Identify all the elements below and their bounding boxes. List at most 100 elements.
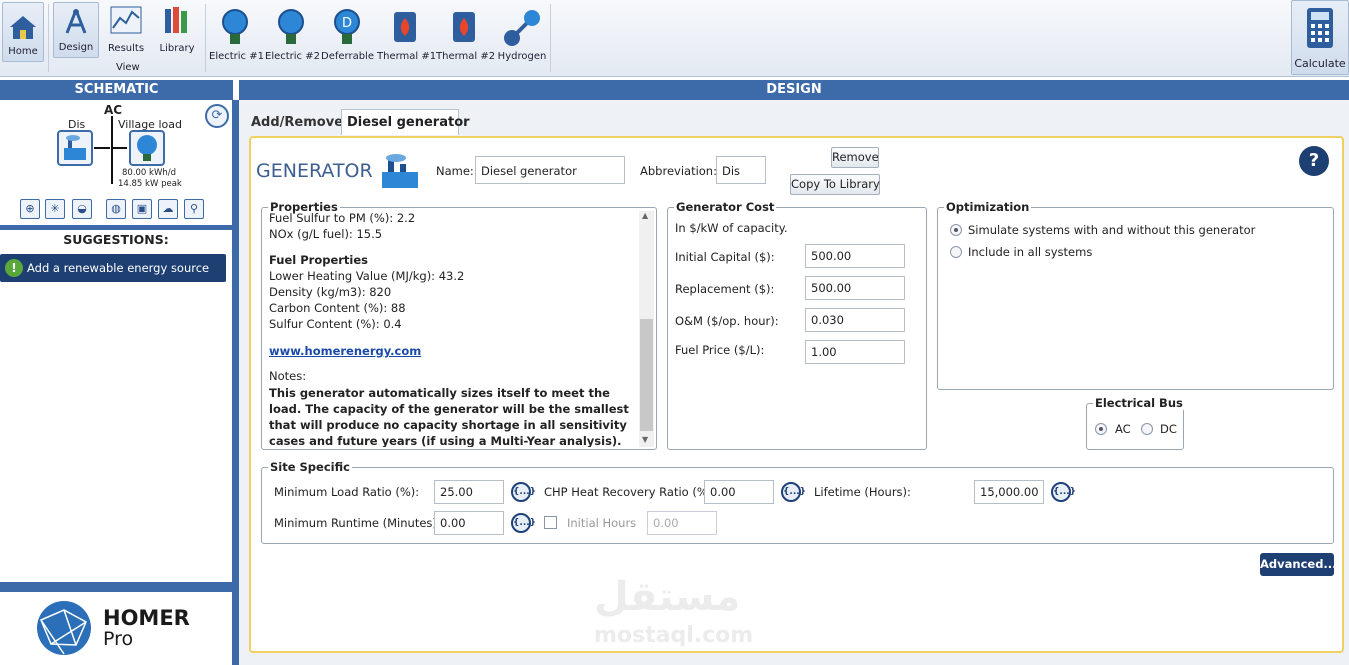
min-runtime-sensitivity-button[interactable]: {...} (511, 513, 536, 533)
compass-icon (65, 9, 87, 34)
initial-hours-input[interactable]: 0.00 (647, 511, 717, 535)
flame-icon (394, 12, 416, 42)
chp-sensitivity-button[interactable]: {...} (781, 482, 806, 502)
bus-ac-label: AC (104, 103, 123, 117)
lifetime-input[interactable]: 15,000.00 (974, 480, 1044, 504)
exclamation-icon: ! (5, 259, 23, 277)
bus-ac-label: AC (1115, 422, 1131, 436)
bulb-icon (278, 9, 304, 44)
books-icon (165, 7, 187, 33)
chp-input[interactable]: 0.00 (704, 480, 774, 504)
min-runtime-input[interactable]: 0.00 (434, 511, 504, 535)
load-connector (113, 147, 127, 149)
scroll-thumb[interactable] (640, 319, 653, 431)
optimization-box: Optimization Simulate systems with and w… (937, 200, 1334, 390)
remove-button[interactable]: Remove (831, 147, 879, 168)
lifetime-sensitivity-button[interactable]: {...} (1051, 482, 1076, 502)
pv-icon[interactable]: ◒ (72, 199, 92, 219)
density-value: Density (kg/m3): 820 (269, 285, 392, 299)
thermal-2-button[interactable]: Thermal #2 (436, 2, 495, 66)
watermark-latin: mostaql.com (594, 623, 754, 648)
deferrable-button[interactable]: D Deferrable (321, 2, 374, 66)
bulb-icon (222, 9, 248, 44)
bus-dc-radio[interactable] (1141, 423, 1153, 435)
electric-1-button[interactable]: Electric #1 (209, 2, 264, 66)
include-all-radio[interactable] (950, 246, 962, 258)
site-specific-box: Site Specific Minimum Load Ratio (%): 25… (261, 460, 1334, 544)
suggestion-item[interactable]: ! Add a renewable energy source (0, 254, 226, 282)
refresh-schematic-icon[interactable]: ⟳ (205, 104, 229, 128)
calculate-button[interactable]: Calculate (1291, 0, 1349, 75)
gen-connector (94, 147, 110, 149)
electrical-bus-legend: Electrical Bus (1093, 396, 1185, 410)
factory-icon (382, 154, 418, 188)
homer-globe-logo (37, 601, 91, 655)
tab-diesel-generator[interactable]: Diesel generator (341, 109, 470, 135)
abbreviation-label: Abbreviation: (640, 164, 717, 178)
simulate-with-without-radio[interactable] (950, 224, 962, 236)
properties-scrollbar[interactable]: ▲ ▼ (639, 211, 654, 447)
electrical-bus-box: Electrical Bus AC DC (1086, 396, 1185, 450)
chp-label: CHP Heat Recovery Ratio (%): (544, 485, 717, 499)
hydrogen-button[interactable]: Hydrogen (495, 2, 549, 66)
carbon-content: Carbon Content (%): 88 (269, 301, 406, 315)
initial-hours-label: Initial Hours (567, 516, 637, 530)
electric-2-button[interactable]: Electric #2 (265, 2, 320, 66)
name-input[interactable]: Diesel generator (475, 156, 625, 184)
om-input[interactable]: 0.030 (805, 308, 905, 332)
factory-icon (64, 135, 86, 160)
svg-text:D: D (342, 16, 352, 31)
suggestions-title: SUGGESTIONS: (63, 232, 169, 247)
copy-to-library-button[interactable]: Copy To Library (790, 174, 880, 195)
min-runtime-label: Minimum Runtime (Minutes): (274, 516, 441, 530)
scroll-down-icon[interactable]: ▼ (642, 435, 648, 444)
initial-hours-checkbox[interactable] (544, 516, 557, 529)
generator-cost-legend: Generator Cost (674, 200, 777, 214)
advanced-button[interactable]: Advanced... (1260, 553, 1337, 576)
generator-node[interactable] (57, 130, 93, 166)
globe-icon[interactable]: ◍ (106, 199, 126, 219)
properties-text: Fuel Sulfur to PM (%): 2.2 NOx (g/L fuel… (264, 211, 634, 447)
min-load-sensitivity-button[interactable]: {...} (511, 482, 536, 502)
min-load-input[interactable]: 25.00 (434, 480, 504, 504)
help-icon[interactable]: ? (1299, 146, 1329, 176)
abbreviation-input[interactable]: Dis (716, 156, 766, 184)
fuel-price-input[interactable]: 1.00 (805, 340, 905, 364)
tab-add-remove[interactable]: Add/Remove (251, 115, 343, 130)
results-button[interactable]: Results (103, 2, 149, 58)
bulb-icon (137, 135, 157, 161)
om-label: O&M ($/op. hour): (675, 314, 779, 328)
logo-pro-text: Pro (103, 628, 134, 650)
hydro-icon[interactable]: ☁ (158, 199, 178, 219)
molecule-icon (504, 10, 540, 46)
schematic-header: SCHEMATIC (0, 80, 233, 100)
logo-panel: HOMER Pro (0, 592, 232, 665)
bus-ac-radio[interactable] (1095, 423, 1107, 435)
frame-icon[interactable]: ▣ (132, 199, 152, 219)
suggestions-panel: SUGGESTIONS: ! Add a renewable energy so… (0, 230, 232, 582)
homer-link[interactable]: www.homerenergy.com (269, 344, 421, 358)
zoom-fit-icon[interactable]: ⊕ (20, 199, 40, 219)
thermal-1-button[interactable]: Thermal #1 (377, 2, 436, 66)
simulate-with-without-label: Simulate systems with and without this g… (968, 223, 1256, 237)
replacement-input[interactable]: 500.00 (805, 276, 905, 300)
view-group-label: View (116, 62, 140, 73)
fuel-sulfur-pm: Fuel Sulfur to PM (%): 2.2 (269, 211, 416, 225)
load-peak: 14.85 kW peak (118, 179, 182, 189)
fuel-properties-heading: Fuel Properties (269, 253, 369, 267)
load-node[interactable] (129, 130, 165, 166)
design-button[interactable]: Design (53, 2, 99, 58)
home-button[interactable]: Home (2, 2, 44, 62)
generator-cost-box: Generator Cost In $/kW of capacity. Init… (667, 200, 927, 450)
notes-text: This generator automatically sizes itsel… (269, 386, 629, 447)
flame-icon (453, 12, 475, 42)
capital-input[interactable]: 500.00 (805, 244, 905, 268)
generator-title: GENERATOR (256, 160, 373, 182)
wind-icon[interactable]: ✳ (45, 199, 65, 219)
library-button[interactable]: Library (154, 2, 200, 58)
properties-box: Properties Fuel Sulfur to PM (%): 2.2 NO… (261, 200, 657, 450)
search-icon[interactable]: ⚲ (184, 199, 204, 219)
chart-icon (110, 6, 142, 34)
capital-label: Initial Capital ($): (675, 250, 775, 264)
scroll-up-icon[interactable]: ▲ (642, 211, 648, 220)
